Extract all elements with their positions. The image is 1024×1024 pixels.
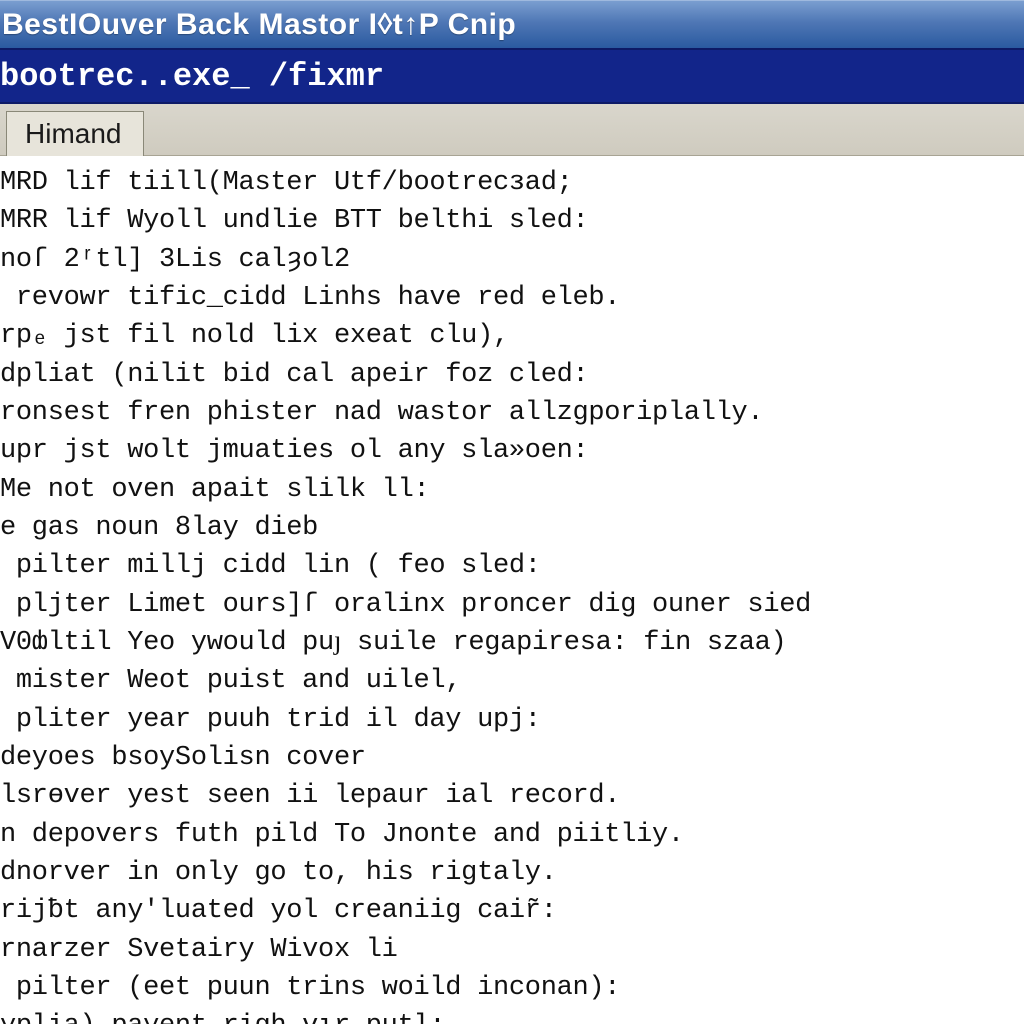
output-line: pljter Limet ours]ſ oralinx proncer dig … [0,586,1024,624]
command-input-bar[interactable]: bootrec..exe_ /fixmr [0,48,1024,104]
output-line: rijƀt any'luated yol creaniiɡ cair̃: [0,892,1024,930]
output-line: upr jst wolt jmuaties ol any sla»oen: [0,432,1024,470]
output-line: rpₑ jst fil nold lix exeat clu), [0,317,1024,355]
output-line: MRR lif Wyoll undlie BTT belthi sled: [0,202,1024,240]
output-line: pilter millj cidd lin ( feo sled: [0,547,1024,585]
output-line: deyoes bsoySolisn cover [0,739,1024,777]
output-line: Me not oven apait slilk ll: [0,471,1024,509]
output-line: mister Weot puist and uilel, [0,662,1024,700]
command-text: bootrec..exe_ /fixmr [0,58,384,95]
output-line: dpliat (nilit bid cal apeir foz cled: [0,356,1024,394]
tab-himand[interactable]: Himand [6,111,144,156]
output-line: revowr tific_cidd Linhs have red eleb. [0,279,1024,317]
output-line: e gas noun 8lay dieb [0,509,1024,547]
output-line: lsrөver yest seen iі lepaur ial record. [0,777,1024,815]
output-line: n depovers futh pild To Jnonte and piitl… [0,816,1024,854]
output-line: MRD lif tiill(Master Utf/bootrecɜad; [0,164,1024,202]
output-line: pliter year puuh trid il day upj: [0,701,1024,739]
console-output: MRD lif tiill(Master Utf/bootrecɜad;MRR … [0,156,1024,1024]
output-line: ronsest fren phister nad wastor allzgpor… [0,394,1024,432]
output-line: rnarzer Svetairy Wivox li [0,931,1024,969]
window-title: BestIOuver Back Mastor I◊t↑P Cnip [2,8,516,42]
output-line: V0ȸltil Yeo ywould puȷ suile regapiresa:… [0,624,1024,662]
output-line: noſ 2ʳtl] 3Lis calȝol2 [0,241,1024,279]
output-line: pilter (eet puun trins woild inconan): [0,969,1024,1007]
titlebar: BestIOuver Back Mastor I◊t↑P Cnip [0,0,1024,48]
output-line: yplia) payent righ vɩr putl; [0,1007,1024,1024]
output-line: dnorver in only go to, his rigtaly. [0,854,1024,892]
tab-strip: Himand [0,104,1024,156]
